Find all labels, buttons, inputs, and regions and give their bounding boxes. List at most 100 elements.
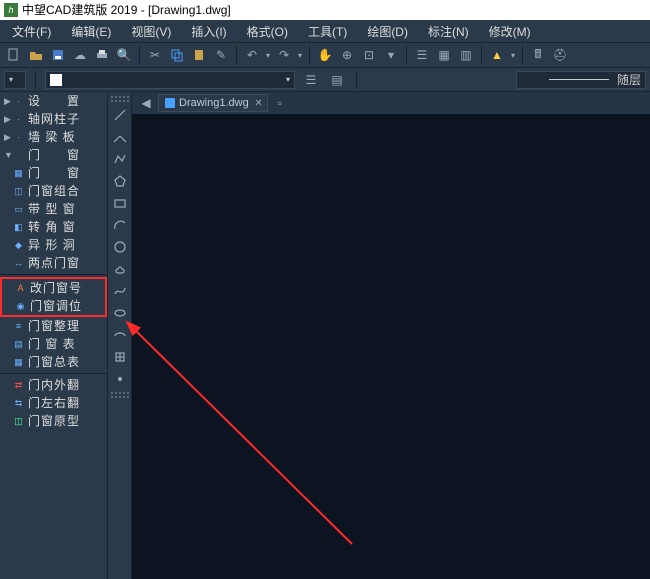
- sidebar-item-door-window-reposition[interactable]: ◉门窗调位: [2, 297, 105, 315]
- sidebar-item-grid-columns[interactable]: ▶·轴网柱子: [0, 110, 107, 128]
- publish-icon[interactable]: ☁: [70, 45, 90, 65]
- paste-icon[interactable]: [189, 45, 209, 65]
- undo-icon[interactable]: ↶: [242, 45, 262, 65]
- polygon-icon[interactable]: [111, 172, 129, 190]
- pan-icon[interactable]: ✋: [315, 45, 335, 65]
- sidebar-item-door-flip-inout[interactable]: ⇄门内外翻: [0, 376, 107, 394]
- line-icon[interactable]: [111, 106, 129, 124]
- properties-icon[interactable]: ☰: [412, 45, 432, 65]
- menu-tools[interactable]: 工具(T): [300, 21, 355, 42]
- master-schedule-icon: ▦: [13, 356, 25, 368]
- linetype-label: 随层: [617, 71, 641, 88]
- menu-file[interactable]: 文件(F): [4, 21, 59, 42]
- sidebar-item-settings[interactable]: ▶·设 置: [0, 92, 107, 110]
- block-icon[interactable]: [111, 348, 129, 366]
- layer-filter-combo[interactable]: ▾: [4, 71, 26, 89]
- redo-dropdown-icon[interactable]: ▾: [296, 45, 304, 65]
- preview-icon[interactable]: 🔍: [114, 45, 134, 65]
- marker-icon[interactable]: ▲: [487, 45, 507, 65]
- separator-icon: [481, 46, 482, 64]
- sidebar-item-ribbon-window[interactable]: ▭带 型 窗: [0, 200, 107, 218]
- menu-view[interactable]: 视图(V): [123, 21, 179, 42]
- sidebar-item-label: 门 窗: [28, 165, 80, 182]
- document-tab-label: Drawing1.dwg: [179, 97, 249, 109]
- redo-icon[interactable]: ↷: [274, 45, 294, 65]
- ribbon-window-icon: ▭: [13, 203, 25, 215]
- copy-icon[interactable]: [167, 45, 187, 65]
- undo-dropdown-icon[interactable]: ▾: [264, 45, 272, 65]
- sidebar-item-door-window-group[interactable]: ▼门 窗: [0, 146, 107, 164]
- separator-icon: [522, 46, 523, 64]
- designcenter-icon[interactable]: ▦: [434, 45, 454, 65]
- cut-icon[interactable]: ✂: [145, 45, 165, 65]
- sidebar-item-two-point-door-window[interactable]: ↔两点门窗: [0, 254, 107, 272]
- zoom-window-icon[interactable]: ⊡: [359, 45, 379, 65]
- circle-icon[interactable]: [111, 238, 129, 256]
- marker-dropdown-icon[interactable]: ▾: [509, 45, 517, 65]
- sidebar-item-door-window-master-schedule[interactable]: ▦门窗总表: [0, 353, 107, 371]
- standard-toolbar: ☁ 🔍 ✂ ✎ ↶ ▾ ↷ ▾ ✋ ⊕ ⊡ ▾ ☰ ▦ ▥ ▲ ▾ 🖩 ⛑: [0, 42, 650, 68]
- menu-bar: 文件(F) 编辑(E) 视图(V) 插入(I) 格式(O) 工具(T) 绘图(D…: [0, 20, 650, 42]
- new-document-icon[interactable]: ▫: [272, 95, 288, 111]
- help-icon[interactable]: ⛑: [550, 45, 570, 65]
- rectangle-icon[interactable]: [111, 194, 129, 212]
- sidebar-item-door-flip-leftright[interactable]: ⇆门左右翻: [0, 394, 107, 412]
- highlight-annotation: A改门窗号 ◉门窗调位: [0, 277, 107, 317]
- print-icon[interactable]: [92, 45, 112, 65]
- new-icon[interactable]: [4, 45, 24, 65]
- xline-icon[interactable]: [111, 128, 129, 146]
- sidebar-item-door-window-arrange[interactable]: ≡门窗整理: [0, 317, 107, 335]
- zoom-dropdown-icon[interactable]: ▾: [381, 45, 401, 65]
- separator-icon: [35, 71, 36, 89]
- sidebar-item-door-window-schedule[interactable]: ▤门 窗 表: [0, 335, 107, 353]
- open-icon[interactable]: [26, 45, 46, 65]
- menu-insert[interactable]: 插入(I): [183, 21, 234, 42]
- door-window-icon: ▦: [13, 167, 25, 179]
- separator-icon: [406, 46, 407, 64]
- toolbar-grip-icon[interactable]: [111, 96, 129, 102]
- flip-lr-icon: ⇆: [13, 397, 25, 409]
- layer-state-icon[interactable]: ▤: [327, 70, 347, 90]
- flip-inout-icon: ⇄: [13, 379, 25, 391]
- arc-icon[interactable]: [111, 216, 129, 234]
- sidebar-item-label: 墙 梁 板: [28, 129, 76, 146]
- sidebar-item-label: 轴网柱子: [28, 111, 80, 128]
- sidebar-item-corner-window[interactable]: ◧转 角 窗: [0, 218, 107, 236]
- sidebar-item-change-door-window-number[interactable]: A改门窗号: [2, 279, 105, 297]
- sidebar-item-door-window-combo[interactable]: ◫门窗组合: [0, 182, 107, 200]
- revcloud-icon[interactable]: [111, 260, 129, 278]
- sidebar-item-door-window[interactable]: ▦门 窗: [0, 164, 107, 182]
- sidebar-item-irregular-hole[interactable]: ◆异 形 洞: [0, 236, 107, 254]
- dot-icon: ·: [13, 95, 25, 107]
- sidebar-item-door-window-prototype[interactable]: ◫门窗原型: [0, 412, 107, 430]
- close-icon[interactable]: ✕: [254, 98, 262, 109]
- menu-format[interactable]: 格式(O): [239, 21, 296, 42]
- linetype-combo[interactable]: 随层: [516, 71, 646, 89]
- point-icon[interactable]: [111, 370, 129, 388]
- spline-icon[interactable]: [111, 282, 129, 300]
- sidebar-item-wall-beam-slab[interactable]: ▶·墙 梁 板: [0, 128, 107, 146]
- toolbar-grip-icon[interactable]: [111, 392, 129, 398]
- sidebar-divider: [0, 373, 107, 374]
- work-area: ▶·设 置 ▶·轴网柱子 ▶·墙 梁 板 ▼门 窗 ▦门 窗 ◫门窗组合 ▭带 …: [0, 92, 650, 579]
- save-icon[interactable]: [48, 45, 68, 65]
- drawing-canvas[interactable]: [132, 114, 650, 579]
- layer-combo[interactable]: ▾: [45, 71, 295, 89]
- match-icon[interactable]: ✎: [211, 45, 231, 65]
- home-tab-icon[interactable]: ◀: [138, 95, 154, 111]
- document-tab[interactable]: Drawing1.dwg ✕: [158, 94, 268, 112]
- annotation-arrow-icon: [122, 194, 422, 564]
- ellipse-arc-icon[interactable]: [111, 326, 129, 344]
- menu-draw[interactable]: 绘图(D): [359, 21, 416, 42]
- two-point-icon: ↔: [13, 257, 25, 269]
- menu-edit[interactable]: 编辑(E): [63, 21, 119, 42]
- arrange-icon: ≡: [13, 320, 25, 332]
- calc-icon[interactable]: 🖩: [528, 45, 548, 65]
- ellipse-icon[interactable]: [111, 304, 129, 322]
- toolpalette-icon[interactable]: ▥: [456, 45, 476, 65]
- zoom-realtime-icon[interactable]: ⊕: [337, 45, 357, 65]
- menu-annotate[interactable]: 标注(N): [420, 21, 477, 42]
- layer-manager-icon[interactable]: ☰: [301, 70, 321, 90]
- menu-modify[interactable]: 修改(M): [481, 21, 539, 42]
- polyline-icon[interactable]: [111, 150, 129, 168]
